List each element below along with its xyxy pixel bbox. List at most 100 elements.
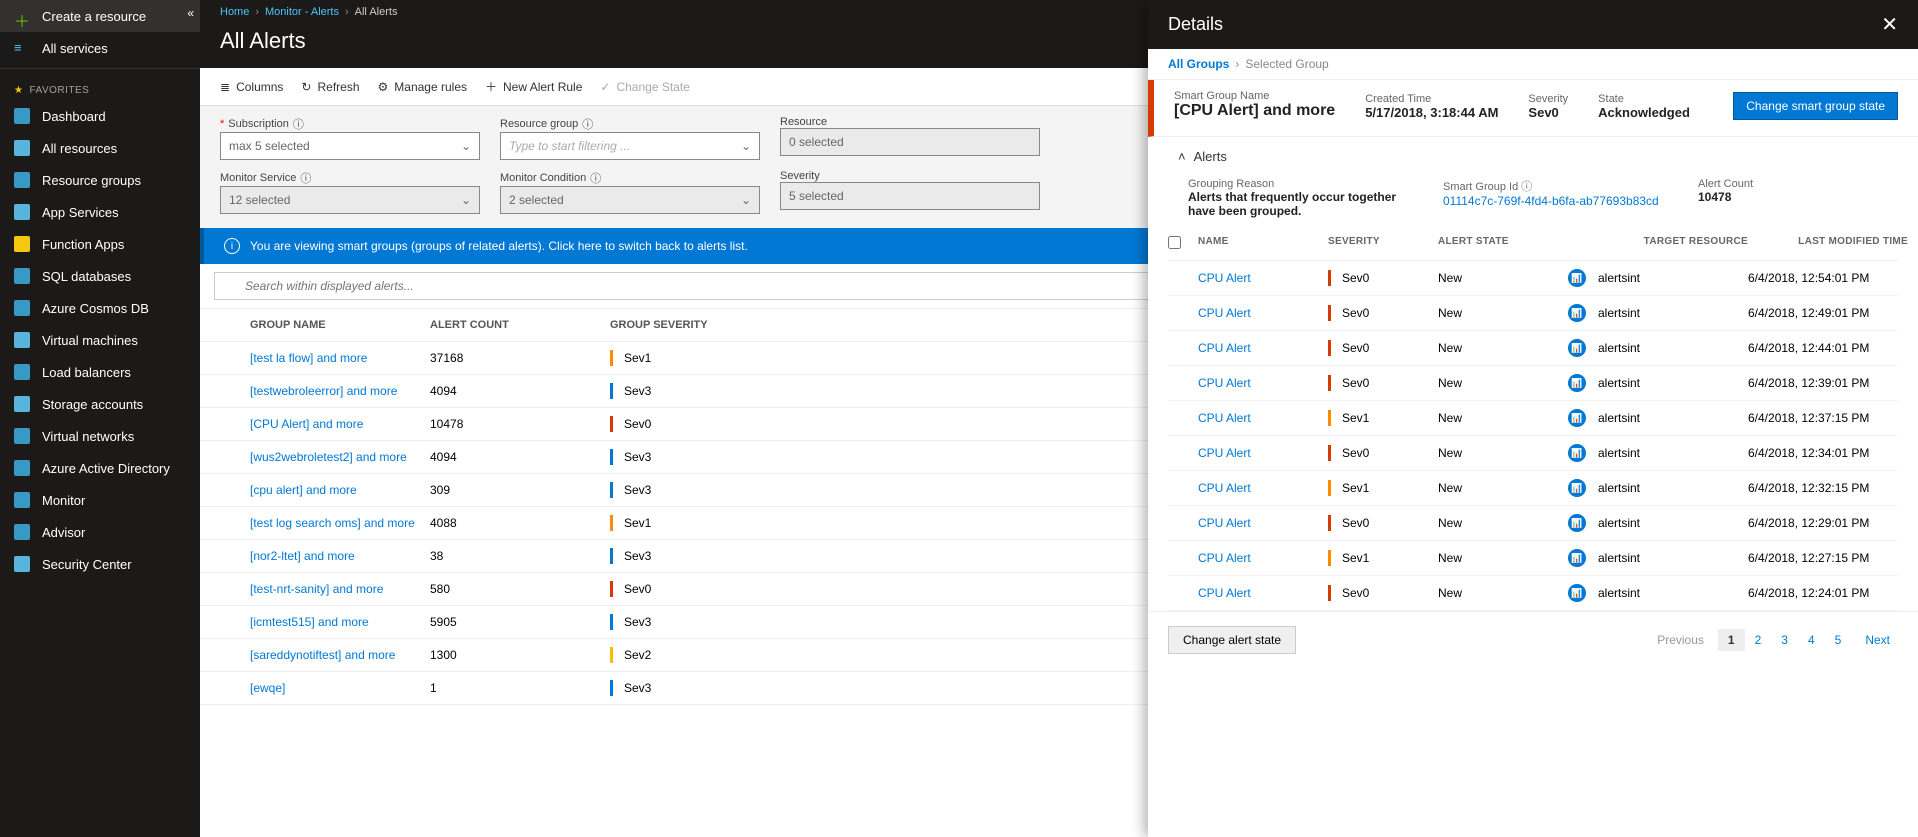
sidebar-item-cosmos[interactable]: Azure Cosmos DB	[0, 292, 200, 324]
info-icon[interactable]: ⓘ	[1521, 181, 1532, 193]
info-icon[interactable]: ⓘ	[582, 116, 593, 132]
gear-icon: ⚙	[378, 80, 389, 94]
sidebar-item-rg[interactable]: Resource groups	[0, 164, 200, 196]
alert-name-link[interactable]: CPU Alert	[1198, 551, 1328, 565]
pager-page[interactable]: 2	[1745, 629, 1772, 651]
alert-name-link[interactable]: CPU Alert	[1198, 481, 1328, 495]
alert-row[interactable]: CPU AlertSev1New📊alertsint6/4/2018, 12:3…	[1168, 401, 1898, 436]
alert-name-link[interactable]: CPU Alert	[1198, 446, 1328, 460]
sidebar-item-func[interactable]: Function Apps	[0, 228, 200, 260]
group-name-link[interactable]: [ewqe]	[250, 681, 430, 695]
change-alert-state-button[interactable]: Change alert state	[1168, 626, 1296, 654]
close-icon[interactable]: ✕	[1881, 12, 1898, 37]
sidebar-item-lb[interactable]: Load balancers	[0, 356, 200, 388]
sidebar-item-dashboard[interactable]: Dashboard	[0, 100, 200, 132]
alert-row[interactable]: CPU AlertSev1New📊alertsint6/4/2018, 12:2…	[1168, 541, 1898, 576]
alert-name-link[interactable]: CPU Alert	[1198, 376, 1328, 390]
alert-row[interactable]: CPU AlertSev0New📊alertsint6/4/2018, 12:3…	[1168, 436, 1898, 471]
group-name-link[interactable]: [CPU Alert] and more	[250, 417, 430, 431]
pager-next[interactable]: Next	[1857, 629, 1898, 651]
alert-row[interactable]: CPU AlertSev0New📊alertsint6/4/2018, 12:2…	[1168, 576, 1898, 611]
sidebar-item-vm[interactable]: Virtual machines	[0, 324, 200, 356]
severity-select[interactable]: 5 selected	[780, 182, 1040, 210]
sec-icon	[14, 556, 30, 572]
info-icon[interactable]: ⓘ	[293, 116, 304, 132]
group-name-link[interactable]: [test la flow] and more	[250, 351, 430, 365]
alerts-section-header[interactable]: ˄ Alerts	[1148, 137, 1918, 168]
chevron-down-icon: ⌄	[741, 193, 751, 207]
severity-bar-icon	[610, 482, 613, 498]
alert-name-link[interactable]: CPU Alert	[1198, 306, 1328, 320]
change-smart-group-state-button[interactable]: Change smart group state	[1733, 92, 1898, 120]
group-name-link[interactable]: [nor2-ltet] and more	[250, 549, 430, 563]
alert-name-link[interactable]: CPU Alert	[1198, 586, 1328, 600]
col-name[interactable]: NAME	[1198, 236, 1328, 252]
alert-row[interactable]: CPU AlertSev0New📊alertsint6/4/2018, 12:3…	[1168, 366, 1898, 401]
alert-row[interactable]: CPU AlertSev1New📊alertsint6/4/2018, 12:3…	[1168, 471, 1898, 506]
col-alert-state[interactable]: ALERT STATE	[1438, 236, 1568, 252]
alert-row[interactable]: CPU AlertSev0New📊alertsint6/4/2018, 12:5…	[1168, 261, 1898, 296]
alert-target: alertsint	[1598, 411, 1748, 425]
resource-select[interactable]: 0 selected	[780, 128, 1040, 156]
sidebar-item-storage[interactable]: Storage accounts	[0, 388, 200, 420]
all-services[interactable]: ≡ All services	[0, 32, 200, 64]
rg-icon	[14, 172, 30, 188]
col-group-name[interactable]: GROUP NAME	[250, 319, 430, 331]
grouping-reason: Alerts that frequently occur together ha…	[1188, 190, 1413, 218]
pager-page[interactable]: 5	[1825, 629, 1852, 651]
group-name-link[interactable]: [test log search oms] and more	[250, 516, 430, 530]
bc-monitor[interactable]: Monitor - Alerts	[265, 6, 339, 18]
monitor-condition-select[interactable]: 2 selected⌄	[500, 186, 760, 214]
manage-rules-button[interactable]: ⚙ Manage rules	[378, 80, 467, 94]
pager-page[interactable]: 3	[1771, 629, 1798, 651]
sidebar-item-label: SQL databases	[42, 269, 131, 284]
alert-row[interactable]: CPU AlertSev0New📊alertsint6/4/2018, 12:4…	[1168, 296, 1898, 331]
sidebar-item-monitor[interactable]: Monitor	[0, 484, 200, 516]
alert-target: alertsint	[1598, 376, 1748, 390]
columns-button[interactable]: ≣ Columns	[220, 80, 283, 94]
col-target[interactable]: TARGET RESOURCE	[1568, 236, 1748, 252]
info-icon[interactable]: ⓘ	[300, 170, 311, 186]
group-name-link[interactable]: [sareddynotiftest] and more	[250, 648, 430, 662]
sidebar-item-apps[interactable]: App Services	[0, 196, 200, 228]
pager-previous[interactable]: Previous	[1649, 629, 1712, 651]
group-name-link[interactable]: [testwebroleerror] and more	[250, 384, 430, 398]
severity-bar-icon	[1328, 480, 1331, 496]
monitor-service-select[interactable]: 12 selected⌄	[220, 186, 480, 214]
group-name-link[interactable]: [test-nrt-sanity] and more	[250, 582, 430, 596]
alert-name-link[interactable]: CPU Alert	[1198, 516, 1328, 530]
sidebar-item-aad[interactable]: Azure Active Directory	[0, 452, 200, 484]
sidebar-item-vnet[interactable]: Virtual networks	[0, 420, 200, 452]
smart-group-id[interactable]: 01114c7c-769f-4fd4-b6fa-ab77693b83cd	[1443, 194, 1668, 208]
alert-name-link[interactable]: CPU Alert	[1198, 411, 1328, 425]
new-alert-rule-button[interactable]: ＋ New Alert Rule	[485, 78, 582, 95]
sidebar-item-sql[interactable]: SQL databases	[0, 260, 200, 292]
collapse-sidebar-icon[interactable]: «	[187, 6, 194, 20]
pager-page[interactable]: 4	[1798, 629, 1825, 651]
subscription-select[interactable]: max 5 selected⌄	[220, 132, 480, 160]
pager-page[interactable]: 1	[1718, 629, 1745, 651]
alert-row[interactable]: CPU AlertSev0New📊alertsint6/4/2018, 12:2…	[1168, 506, 1898, 541]
alert-row[interactable]: CPU AlertSev0New📊alertsint6/4/2018, 12:4…	[1168, 331, 1898, 366]
sidebar-item-sec[interactable]: Security Center	[0, 548, 200, 580]
select-all-checkbox[interactable]	[1168, 236, 1181, 249]
info-icon[interactable]: ⓘ	[590, 170, 601, 186]
group-name-link[interactable]: [wus2webroletest2] and more	[250, 450, 430, 464]
group-name-link[interactable]: [icmtest515] and more	[250, 615, 430, 629]
alert-name-link[interactable]: CPU Alert	[1198, 341, 1328, 355]
create-resource[interactable]: ＋ Create a resource	[0, 0, 200, 32]
col-severity[interactable]: SEVERITY	[1328, 236, 1438, 252]
sidebar-item-advisor[interactable]: Advisor	[0, 516, 200, 548]
sidebar-item-allres[interactable]: All resources	[0, 132, 200, 164]
group-name-link[interactable]: [cpu alert] and more	[250, 483, 430, 497]
change-state-button: ✓ Change State	[600, 80, 689, 94]
col-alert-count[interactable]: ALERT COUNT	[430, 319, 610, 331]
col-modified[interactable]: LAST MODIFIED TIME	[1748, 236, 1908, 252]
bc-all-groups[interactable]: All Groups	[1168, 57, 1229, 71]
resource-group-select[interactable]: Type to start filtering ...⌄	[500, 132, 760, 160]
col-group-severity[interactable]: GROUP SEVERITY	[610, 319, 790, 331]
state-value: Acknowledged	[1598, 105, 1690, 120]
bc-home[interactable]: Home	[220, 6, 249, 18]
alert-name-link[interactable]: CPU Alert	[1198, 271, 1328, 285]
refresh-button[interactable]: ↻ Refresh	[301, 80, 359, 94]
